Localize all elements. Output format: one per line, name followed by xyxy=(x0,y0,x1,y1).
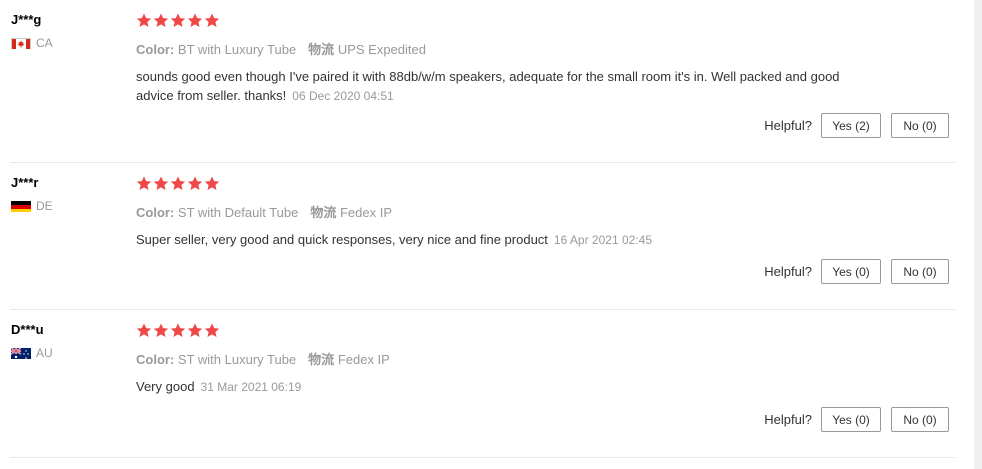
review-content: Color: BT with Luxury Tube 物流 UPS Expedit… xyxy=(136,13,866,106)
review-body: Very good xyxy=(136,379,195,394)
logistics-label: 物流 xyxy=(308,352,335,367)
color-label: Color: xyxy=(136,42,175,57)
helpful-vote: Helpful? Yes (0) No (0) xyxy=(764,259,949,284)
reviewer-name: D***u xyxy=(11,322,44,337)
color-label: Color: xyxy=(136,205,175,220)
star-icon xyxy=(187,176,203,191)
germany-flag-icon xyxy=(11,200,31,212)
review-date: 06 Dec 2020 04:51 xyxy=(292,89,394,103)
reviewer-info: D***u AU xyxy=(11,321,121,360)
star-icon xyxy=(136,13,152,28)
country-code: DE xyxy=(36,199,53,213)
scrollbar-track[interactable] xyxy=(974,0,982,469)
helpful-label: Helpful? xyxy=(764,412,812,427)
star-icon xyxy=(136,176,152,191)
review-sku-info: Color: BT with Luxury Tube 物流 UPS Expedit… xyxy=(136,41,866,59)
reviewer-info: J***r DE xyxy=(11,174,121,213)
helpful-vote: Helpful? Yes (0) No (0) xyxy=(764,407,949,432)
star-icon xyxy=(153,323,169,338)
reviewer-name: J***g xyxy=(11,12,42,27)
star-icon xyxy=(136,323,152,338)
review-item: J***g CA Color: BT with Luxury Tube 物流 U… xyxy=(10,0,955,163)
reviewer-country: DE xyxy=(11,199,121,213)
reviewer-country: AU xyxy=(11,346,121,360)
star-icon xyxy=(204,13,220,28)
canada-flag-icon xyxy=(11,37,31,49)
helpful-label: Helpful? xyxy=(764,264,812,279)
country-code: AU xyxy=(36,346,53,360)
helpful-vote: Helpful? Yes (2) No (0) xyxy=(764,113,949,138)
review-item: D***u AU Color: ST with Luxury Tube 物流 F… xyxy=(10,310,955,458)
logistics-label: 物流 xyxy=(308,42,335,57)
star-icon xyxy=(204,323,220,338)
star-icon xyxy=(153,13,169,28)
review-sku-info: Color: ST with Luxury Tube 物流 Fedex IP xyxy=(136,351,866,369)
helpful-no-button[interactable]: No (0) xyxy=(891,113,949,138)
review-text: Very good 31 Mar 2021 06:19 xyxy=(136,377,851,397)
review-body: Super seller, very good and quick respon… xyxy=(136,232,548,247)
logistics-value: Fedex IP xyxy=(339,205,393,220)
review-body: sounds good even though I've paired it w… xyxy=(136,69,840,103)
helpful-yes-button[interactable]: Yes (0) xyxy=(821,407,881,432)
review-content: Color: ST with Luxury Tube 物流 Fedex IP Ve… xyxy=(136,323,866,397)
review-sku-info: Color: ST with Default Tube 物流 Fedex IP xyxy=(136,204,866,222)
reviewer-country: CA xyxy=(11,36,121,50)
country-code: CA xyxy=(36,36,53,50)
star-icon xyxy=(187,323,203,338)
helpful-label: Helpful? xyxy=(764,118,812,133)
color-label: Color: xyxy=(136,352,175,367)
star-icon xyxy=(153,176,169,191)
review-content: Color: ST with Default Tube 物流 Fedex IP S… xyxy=(136,176,866,250)
reviewer-name: J***r xyxy=(11,175,39,190)
color-value: ST with Luxury Tube xyxy=(177,352,297,367)
review-date: 31 Mar 2021 06:19 xyxy=(200,380,302,394)
helpful-yes-button[interactable]: Yes (0) xyxy=(821,259,881,284)
logistics-value: Fedex IP xyxy=(337,352,390,367)
logistics-label: 物流 xyxy=(310,205,337,220)
review-text: Super seller, very good and quick respon… xyxy=(136,230,851,250)
helpful-no-button[interactable]: No (0) xyxy=(891,407,949,432)
logistics-value: UPS Expedited xyxy=(337,42,426,57)
star-rating xyxy=(136,13,866,29)
review-item: J***r DE Color: ST with Default Tube 物流 … xyxy=(10,163,955,310)
australia-flag-icon xyxy=(11,347,31,359)
star-icon xyxy=(170,176,186,191)
color-value: BT with Luxury Tube xyxy=(177,42,297,57)
star-icon xyxy=(170,13,186,28)
review-text: sounds good even though I've paired it w… xyxy=(136,67,851,106)
review-date: 16 Apr 2021 02:45 xyxy=(553,233,652,247)
star-rating xyxy=(136,323,866,339)
helpful-yes-button[interactable]: Yes (2) xyxy=(821,113,881,138)
review-list: J***g CA Color: BT with Luxury Tube 物流 U… xyxy=(10,0,955,458)
star-icon xyxy=(170,323,186,338)
reviewer-info: J***g CA xyxy=(11,11,121,50)
star-icon xyxy=(187,13,203,28)
star-rating xyxy=(136,176,866,192)
helpful-no-button[interactable]: No (0) xyxy=(891,259,949,284)
star-icon xyxy=(204,176,220,191)
color-value: ST with Default Tube xyxy=(177,205,299,220)
